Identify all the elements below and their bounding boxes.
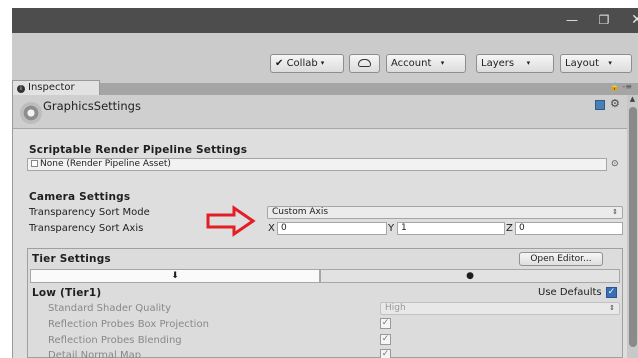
inspector-scrollbar[interactable]: ▲	[627, 95, 638, 358]
x-axis-field[interactable]: 0	[277, 222, 387, 235]
setting-label: Reflection Probes Blending	[48, 335, 182, 346]
graphics-settings-icon	[20, 102, 42, 124]
chevron-down-icon: ▾	[526, 59, 531, 67]
updown-arrow-icon: ⇕	[612, 208, 618, 216]
tier-settings-box: Tier Settings Open Editor... ⬇ ● Low (Ti…	[27, 248, 623, 358]
updown-arrow-icon: ⇕	[609, 304, 615, 312]
sort-axis-label: Transparency Sort Axis	[29, 223, 144, 234]
sort-mode-value: Custom Axis	[272, 207, 329, 217]
android-icon: ●	[466, 271, 474, 281]
x-axis-label: X	[268, 223, 275, 234]
help-book-icon[interactable]	[595, 100, 605, 110]
chevron-down-icon: ▾	[608, 59, 612, 67]
shader-quality-dropdown[interactable]: High ⇕	[380, 302, 620, 315]
sort-mode-label: Transparency Sort Mode	[29, 207, 150, 218]
cloud-button[interactable]	[349, 54, 380, 73]
layout-dropdown[interactable]: Layout ▾	[560, 54, 632, 73]
download-icon: ⬇	[171, 271, 179, 281]
main-toolbar: ✔ Collab ▾ Account ▾ Layers ▾ Layout ▾	[12, 33, 638, 83]
setting-label: Detail Normal Map	[48, 350, 142, 358]
y-axis-label: Y	[388, 223, 395, 234]
sort-mode-dropdown[interactable]: Custom Axis ⇕	[267, 206, 623, 219]
z-axis-field[interactable]: 0	[515, 222, 623, 235]
cloud-icon	[358, 59, 371, 67]
layout-label: Layout	[565, 58, 599, 69]
scroll-up-arrow-icon[interactable]: ▲	[627, 95, 638, 105]
srp-section-title: Scriptable Render Pipeline Settings	[29, 144, 248, 156]
layers-dropdown[interactable]: Layers ▾	[476, 54, 554, 73]
red-arrow-annotation	[206, 205, 256, 237]
render-pipeline-value: None (Render Pipeline Asset)	[40, 159, 171, 169]
inspector-header: GraphicsSettings ⚙	[13, 95, 628, 129]
use-defaults-checkbox[interactable]: ✓	[606, 287, 617, 298]
gear-icon[interactable]: ⚙	[610, 97, 620, 110]
shader-quality-value: High	[385, 303, 406, 313]
setting-label: Standard Shader Quality	[48, 303, 172, 314]
tab-inspector[interactable]: i Inspector	[12, 80, 100, 96]
window-title-bar: — ❐ ✕	[12, 8, 638, 33]
account-label: Account	[391, 58, 432, 69]
info-icon: i	[17, 85, 25, 93]
collab-check-icon: ✔	[275, 58, 284, 69]
platform-tab-android[interactable]: ●	[320, 269, 620, 283]
chevron-down-icon: ▾	[320, 59, 325, 67]
account-dropdown[interactable]: Account ▾	[386, 54, 466, 73]
scroll-thumb[interactable]	[629, 107, 637, 347]
tab-strip	[12, 83, 638, 95]
close-button[interactable]: ✕	[617, 8, 638, 33]
probe-blending-checkbox[interactable]: ✓	[380, 334, 391, 345]
open-editor-button[interactable]: Open Editor...	[519, 252, 603, 266]
platform-tab-standalone[interactable]: ⬇	[30, 269, 320, 283]
collab-label: Collab	[286, 58, 318, 69]
z-axis-label: Z	[506, 223, 513, 234]
asset-icon	[31, 160, 38, 167]
chevron-down-icon: ▾	[440, 59, 445, 67]
render-pipeline-field[interactable]: None (Render Pipeline Asset)	[27, 158, 607, 171]
y-axis-field[interactable]: 1	[397, 222, 505, 235]
inspector-panel: GraphicsSettings ⚙ Scriptable Render Pip…	[12, 95, 628, 358]
object-picker-icon[interactable]: ⊙	[611, 159, 619, 169]
page-title: GraphicsSettings	[43, 99, 141, 113]
box-projection-checkbox[interactable]: ✓	[380, 318, 391, 329]
tab-inspector-label: Inspector	[28, 82, 75, 93]
low-tier-title: Low (Tier1)	[32, 287, 102, 299]
camera-section-title: Camera Settings	[29, 191, 131, 203]
tier-section-title: Tier Settings	[32, 253, 111, 265]
setting-label: Reflection Probes Box Projection	[48, 319, 209, 330]
collab-button[interactable]: ✔ Collab ▾	[270, 54, 344, 73]
detail-normal-map-checkbox[interactable]: ✓	[380, 349, 391, 358]
layers-label: Layers	[481, 58, 515, 69]
use-defaults-label: Use Defaults	[538, 287, 602, 298]
tab-menu-icon[interactable]: 🔒 -≡	[610, 82, 632, 91]
